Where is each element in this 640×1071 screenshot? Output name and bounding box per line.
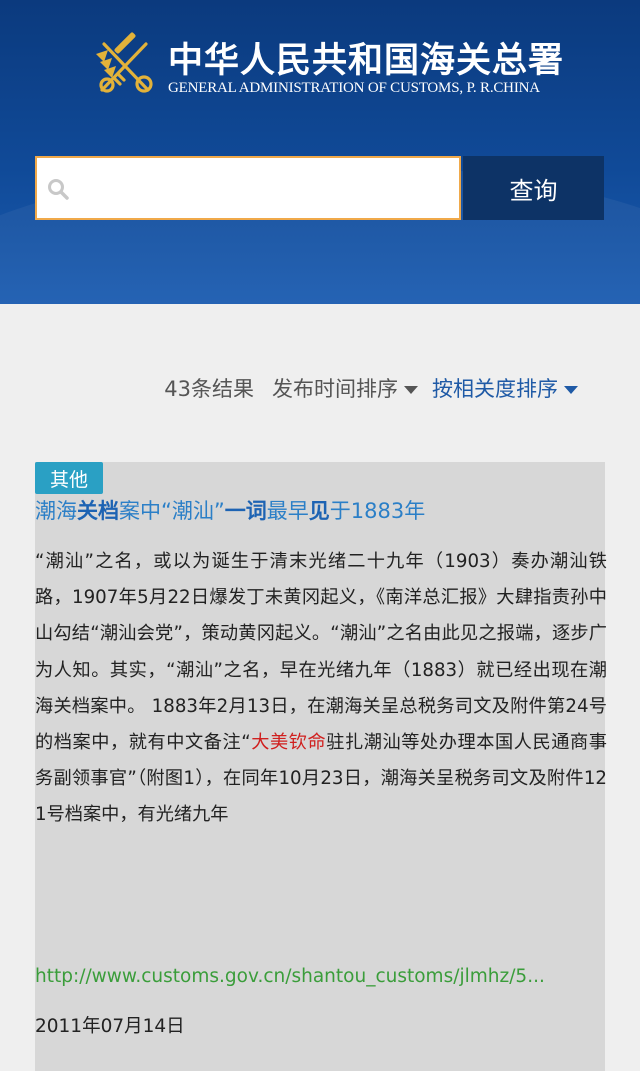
search-result-item: 其他 潮海关档案中“潮汕”一词最早见于1883年 “潮汕”之名，或以为诞生于清末… xyxy=(35,462,607,1071)
sort-by-relevance-button[interactable]: 按相关度排序 xyxy=(432,373,578,403)
title-keyword: 一词 xyxy=(224,499,267,523)
result-title-link[interactable]: 潮海关档案中“潮汕”一词最早见于1883年 xyxy=(35,496,605,526)
sort-by-relevance-label: 按相关度排序 xyxy=(432,377,558,401)
result-count: 43条结果 xyxy=(164,377,254,401)
search-button[interactable]: 查询 xyxy=(463,156,604,220)
title-part: 最早 xyxy=(266,499,309,523)
site-header: 中华人民共和国海关总署 GENERAL ADMINISTRATION OF CU… xyxy=(0,0,640,304)
customs-emblem-icon[interactable] xyxy=(92,32,158,98)
title-keyword: 关档 xyxy=(77,499,119,523)
site-title-en[interactable]: GENERAL ADMINISTRATION OF CUSTOMS, P. R.… xyxy=(168,80,540,97)
chevron-down-icon xyxy=(404,386,418,394)
search-input[interactable] xyxy=(77,158,451,220)
title-part: 案中“潮汕” xyxy=(119,499,225,523)
sort-bar: 43条结果 发布时间排序 按相关度排序 xyxy=(164,372,578,404)
category-tag[interactable]: 其他 xyxy=(35,462,103,494)
title-part: 于1883年 xyxy=(329,499,426,523)
title-part: 潮海 xyxy=(35,499,77,523)
search-icon xyxy=(48,179,69,200)
chevron-down-icon xyxy=(564,386,578,394)
sort-by-time-label: 发布时间排序 xyxy=(272,377,398,401)
result-summary: “潮汕”之名，或以为诞生于清末光绪二十九年（1903）奏办潮汕铁路，1907年5… xyxy=(35,544,607,834)
sort-by-time-button[interactable]: 发布时间排序 xyxy=(272,373,418,403)
summary-text: “潮汕”之名，或以为诞生于清末光绪二十九年（1903）奏办潮汕铁路，1907年5… xyxy=(35,551,607,754)
result-url-link[interactable]: http://www.customs.gov.cn/shantou_custom… xyxy=(35,966,605,987)
result-date: 2011年07月14日 xyxy=(35,1016,185,1037)
search-box[interactable] xyxy=(35,156,461,220)
summary-highlight: 大美钦命 xyxy=(250,732,327,754)
site-title-cn[interactable]: 中华人民共和国海关总署 xyxy=(168,32,564,83)
title-keyword: 见 xyxy=(308,499,330,523)
